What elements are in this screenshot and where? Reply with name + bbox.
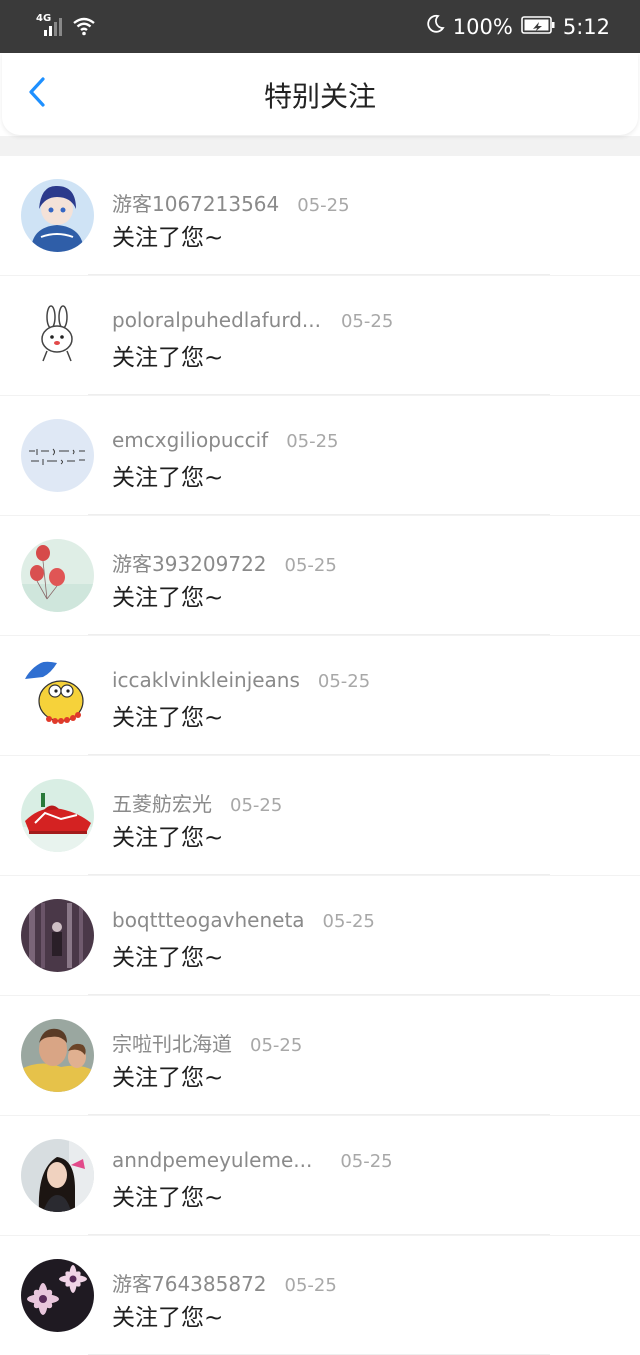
list-item[interactable]: 宗啦刊北海道 05-25 关注了您~ [0,996,640,1115]
username[interactable]: 游客764385872 [112,1268,267,1297]
message: 关注了您~ [112,1065,224,1091]
message: 关注了您~ [112,1185,224,1211]
list-item[interactable]: anndpemeyuleme... 05-25 关注了您~ [0,1116,640,1235]
divider [88,1234,550,1235]
follow-list: 游客1067213564 05-25 关注了您~ poloralpuhedlaf… [0,136,640,1355]
message: 关注了您~ [112,825,224,851]
status-left [34,12,96,40]
username[interactable]: 宗啦刊北海道 [112,1028,232,1057]
date: 05-25 [250,1035,303,1056]
list-item[interactable]: 游客393209722 05-25 关注了您~ [0,516,640,635]
list-item[interactable]: emcxgiliopuccif 05-25 关注了您~ [0,396,640,515]
status-bar: 4G 100% 5:12 [0,0,640,53]
username[interactable]: 游客1067213564 [112,188,279,217]
date: 05-25 [284,1275,337,1296]
divider [88,514,550,515]
date: 05-25 [317,671,371,692]
page-title: 特别关注 [263,80,376,113]
item-meta: anndpemeyuleme... 05-25 [112,1148,393,1172]
status-right: 100% 5:12 [425,0,610,53]
username[interactable]: iccaklvinkleinjeans [112,668,300,692]
message: 关注了您~ [112,945,224,971]
username[interactable]: anndpemeyuleme... [112,1148,312,1172]
divider [88,1114,550,1115]
item-meta: 游客1067213564 05-25 [112,188,350,217]
red-car-avatar [21,779,94,852]
date: 05-25 [284,555,337,576]
list-item[interactable]: 游客764385872 05-25 关注了您~ [0,1236,640,1355]
woman-photo-avatar [21,1139,94,1212]
anime-boy-avatar [21,179,94,252]
message: 关注了您~ [112,585,224,611]
message: 关注了您~ [112,465,224,491]
item-meta: 五菱舫宏光 05-25 [112,788,282,817]
divider [88,754,550,755]
date: 05-25 [297,195,350,216]
divider [88,394,550,395]
item-meta: boqttteogavheneta 05-25 [112,908,375,932]
handwriting-avatar [21,419,94,492]
date: 05-25 [322,911,375,932]
date: 05-25 [340,311,394,332]
battery-percent: 100% [452,14,513,39]
moon-icon [425,14,445,39]
bunny-avatar [21,299,94,372]
username[interactable]: 五菱舫宏光 [112,788,212,817]
man-photo-avatar [21,1019,94,1092]
battery-icon [521,15,555,39]
date: 05-25 [286,431,339,452]
message: 关注了您~ [112,1305,224,1331]
username[interactable]: emcxgiliopuccif [112,428,268,452]
item-meta: emcxgiliopuccif 05-25 [112,428,339,452]
item-meta: 宗啦刊北海道 05-25 [112,1028,302,1057]
list-item[interactable]: boqttteogavheneta 05-25 关注了您~ [0,876,640,995]
header: 特别关注 [2,53,638,135]
message: 关注了您~ [112,225,224,251]
list-item[interactable]: iccaklvinkleinjeans 05-25 关注了您~ [0,636,640,755]
signal-icon [44,16,66,40]
date: 05-25 [340,1151,393,1172]
status-time: 5:12 [562,14,610,39]
message: 关注了您~ [112,345,224,371]
message: 关注了您~ [112,705,224,731]
username[interactable]: 游客393209722 [112,548,267,577]
item-meta: 游客393209722 05-25 [112,548,337,577]
wifi-icon [72,16,96,40]
list-item[interactable]: 游客1067213564 05-25 关注了您~ [0,156,640,275]
divider [88,634,550,635]
list-item[interactable]: poloralpuhedlafurd... 05-25 关注了您~ [0,276,640,395]
item-meta: 游客764385872 05-25 [112,1268,337,1297]
username[interactable]: poloralpuhedlafurd... [112,308,321,332]
list-item[interactable]: 五菱舫宏光 05-25 关注了您~ [0,756,640,875]
item-meta: poloralpuhedlafurd... 05-25 [112,308,393,332]
balloons-avatar [21,539,94,612]
flowers-avatar [21,1259,94,1332]
dark-photo-avatar [21,899,94,972]
item-meta: iccaklvinkleinjeans 05-25 [112,668,370,692]
divider [88,874,550,875]
date: 05-25 [230,795,283,816]
divider [88,994,550,995]
username[interactable]: boqttteogavheneta [112,908,305,932]
cartoon-avatar [21,659,94,732]
divider [88,274,550,275]
